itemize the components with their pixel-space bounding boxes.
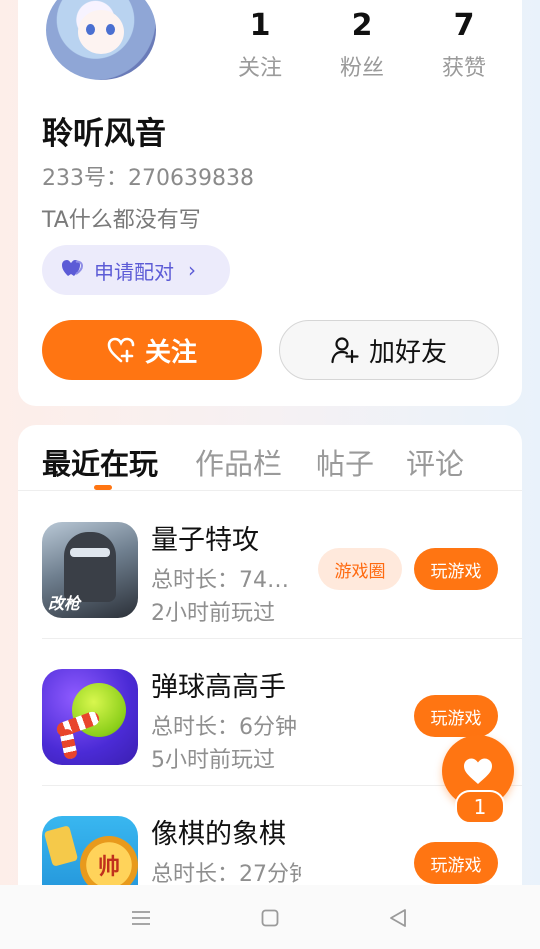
tab-recent-played[interactable]: 最近在玩 <box>42 441 158 483</box>
profile-card: 1 关注 2 粉丝 7 获赞 聆听风音 233号：270639838 TA什么都… <box>18 0 522 406</box>
game-name: 像棋的象棋 <box>151 819 286 850</box>
divider <box>18 490 522 491</box>
content-card: 最近在玩 作品栏 帖子 评论 改枪 量子特攻 总时长：74… 2小时前玩过 游戏… <box>18 425 522 949</box>
stat-label: 粉丝 <box>339 56 384 81</box>
chevron-right-icon: › <box>188 258 196 282</box>
hearts-icon <box>62 258 84 282</box>
follow-label: 关注 <box>144 337 197 368</box>
stat-following[interactable]: 1 关注 <box>215 8 305 82</box>
heart-icon <box>464 758 492 784</box>
bio: TA什么都没有写 <box>42 208 201 233</box>
game-name: 弹球高高手 <box>151 672 286 703</box>
add-user-icon <box>331 337 359 364</box>
game-duration: 总时长：74… <box>151 568 289 593</box>
apply-pair-label: 申请配对 <box>94 259 174 284</box>
avatar-face <box>78 10 124 54</box>
game-icon-text: 帅 <box>97 855 120 880</box>
avatar-eye <box>86 24 95 35</box>
system-nav-bar <box>0 885 540 949</box>
add-friend-label: 加好友 <box>368 337 447 368</box>
apply-pair-button[interactable]: 申请配对 › <box>42 245 230 295</box>
menu-icon[interactable] <box>126 903 156 933</box>
game-icon[interactable] <box>42 669 138 765</box>
game-last-played: 2小时前玩过 <box>151 601 275 626</box>
play-game-button[interactable]: 玩游戏 <box>414 548 498 590</box>
stat-label: 获赞 <box>441 56 486 81</box>
stat-value: 2 <box>351 8 373 43</box>
tab-posts[interactable]: 帖子 <box>316 441 374 483</box>
cards-icon <box>43 825 79 867</box>
tab-works[interactable]: 作品栏 <box>195 441 282 483</box>
like-count-badge: 1 <box>455 790 505 824</box>
play-game-button[interactable]: 玩游戏 <box>414 842 498 884</box>
avatar[interactable] <box>46 0 156 80</box>
stat-value: 1 <box>249 8 271 43</box>
nickname: 聆听风音 <box>42 116 166 152</box>
tab-comments[interactable]: 评论 <box>406 441 464 483</box>
heart-plus-icon <box>107 337 135 363</box>
game-icon-text: 改枪 <box>48 594 81 613</box>
game-last-played: 5小时前玩过 <box>151 748 275 773</box>
stat-fans[interactable]: 2 粉丝 <box>317 8 407 82</box>
stat-likes[interactable]: 7 获赞 <box>419 8 509 82</box>
scarf-tail-icon <box>59 727 78 761</box>
user-id: 233号：270639838 <box>42 166 254 191</box>
game-name: 量子特攻 <box>151 525 259 556</box>
stat-value: 7 <box>453 8 475 43</box>
avatar-eye <box>106 24 115 35</box>
play-game-button[interactable]: 玩游戏 <box>414 695 498 737</box>
home-icon[interactable] <box>255 903 285 933</box>
game-icon[interactable]: 改枪 <box>42 522 138 618</box>
visor-icon <box>70 548 110 557</box>
game-row[interactable]: 改枪 量子特攻 总时长：74… 2小时前玩过 游戏圈 玩游戏 <box>18 492 522 639</box>
game-duration: 总时长：27分钟 <box>151 862 301 887</box>
game-circle-button[interactable]: 游戏圈 <box>318 548 402 590</box>
add-friend-button[interactable]: 加好友 <box>279 320 499 380</box>
back-icon[interactable] <box>383 903 413 933</box>
follow-button[interactable]: 关注 <box>42 320 262 380</box>
game-duration: 总时长：6分钟 <box>151 715 297 740</box>
stat-label: 关注 <box>237 56 282 81</box>
